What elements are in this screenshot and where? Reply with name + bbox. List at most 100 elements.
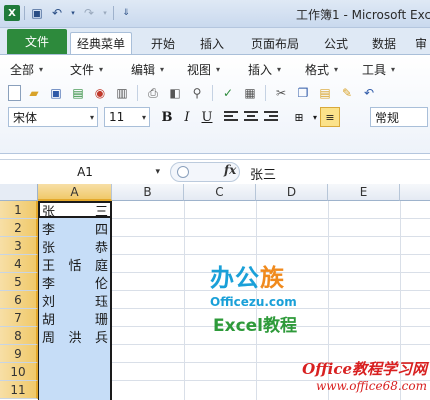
copy-icon[interactable]: ❐ <box>294 84 312 102</box>
cell-char: 四 <box>94 222 108 238</box>
select-all-corner[interactable] <box>0 184 38 201</box>
row-header-5[interactable]: 5 <box>0 273 38 291</box>
tab-file[interactable]: 文件 <box>7 29 67 54</box>
column-header-b[interactable]: B <box>112 184 184 201</box>
chevron-down-icon: ▾ <box>334 64 339 74</box>
align-left-icon[interactable] <box>224 110 238 124</box>
tab-formulas[interactable]: 公式 <box>316 32 356 54</box>
bold-button[interactable]: B <box>158 108 176 126</box>
permission-icon[interactable]: ◉ <box>91 84 109 102</box>
cell-char: 周 <box>42 330 56 346</box>
title-bar: X ▣ ↶ ▾ ↷ ▾ ⇓ 工作簿1 - Microsoft Excel <box>0 0 430 28</box>
cell-char: 胡 <box>42 312 56 328</box>
research-icon[interactable]: ⚲ <box>188 84 206 102</box>
tab-classic-menu[interactable]: 经典菜单 <box>70 32 132 54</box>
menu-format[interactable]: 格式 ▾ <box>305 59 338 79</box>
insert-function-button[interactable]: fx <box>224 163 236 177</box>
cell-char: 兵 <box>94 330 108 346</box>
align-center-icon[interactable] <box>244 110 258 124</box>
cell-a5[interactable]: 李伦 <box>40 274 110 292</box>
column-header-d[interactable]: D <box>256 184 328 201</box>
standard-toolbar: ▰ ▣ ▤ ◉ ▥ ⎙ ◧ ⚲ ✓ ▦ ✂ ❐ ▤ ✎ ↶ <box>8 83 378 103</box>
row-header-1[interactable]: 1 <box>0 201 38 219</box>
tab-home[interactable]: 开始 <box>143 32 183 54</box>
menu-edit[interactable]: 编辑 ▾ <box>131 59 164 79</box>
cell-char: 恬 <box>68 258 82 274</box>
cell-char: 三 <box>94 204 108 220</box>
row-header-6[interactable]: 6 <box>0 291 38 309</box>
tab-insert[interactable]: 插入 <box>192 32 232 54</box>
print-icon[interactable]: ⎙ <box>144 84 162 102</box>
cut-icon[interactable]: ✂ <box>272 84 290 102</box>
wrap-text-icon[interactable]: ≡ <box>320 107 340 127</box>
save-as-icon[interactable]: ▤ <box>69 84 87 102</box>
tab-data[interactable]: 数据 <box>364 32 404 54</box>
cell-a4[interactable]: 王恬庭 <box>40 256 110 274</box>
logo-text-accent: 族 <box>260 264 285 292</box>
redo-icon[interactable]: ↷ <box>81 5 97 21</box>
column-header-a[interactable]: A <box>38 184 112 201</box>
menu-tools[interactable]: 工具 ▾ <box>362 59 395 79</box>
row-header-3[interactable]: 3 <box>0 237 38 255</box>
row-header-4[interactable]: 4 <box>0 255 38 273</box>
menu-view[interactable]: 视图 ▾ <box>187 59 220 79</box>
italic-button[interactable]: I <box>178 108 196 126</box>
row-header-10[interactable]: 10 <box>0 363 38 381</box>
row-header-8[interactable]: 8 <box>0 327 38 345</box>
column-header-c[interactable]: C <box>184 184 256 201</box>
row-header-11[interactable]: 11 <box>0 381 38 399</box>
customize-qat-icon[interactable]: ⇓ <box>118 5 134 21</box>
undo-icon[interactable]: ↶ <box>49 5 65 21</box>
undo-icon[interactable]: ↶ <box>360 84 378 102</box>
logo-tagline: Excel教程 <box>213 316 298 336</box>
spelling-icon[interactable]: ✓ <box>219 84 237 102</box>
save-icon[interactable]: ▣ <box>47 84 65 102</box>
cell-char: 珊 <box>94 312 108 328</box>
align-right-icon[interactable] <box>264 110 278 124</box>
print-preview-icon[interactable]: ◧ <box>166 84 184 102</box>
menu-format-label: 格式 <box>305 62 330 77</box>
menu-file[interactable]: 文件 ▾ <box>70 59 103 79</box>
attachment-icon[interactable]: ▥ <box>113 84 131 102</box>
new-document-icon[interactable] <box>8 85 21 101</box>
tab-page-layout[interactable]: 页面布局 <box>244 32 306 54</box>
formatting-toolbar: 宋体 ▾ 11 ▾ B I U ⊞ ▾ ≡ 常规 <box>8 107 428 129</box>
font-name-select[interactable]: 宋体 ▾ <box>8 107 98 127</box>
paste-icon[interactable]: ▤ <box>316 84 334 102</box>
row-header-2[interactable]: 2 <box>0 219 38 237</box>
tab-review[interactable]: 审 <box>412 32 430 54</box>
format-painter-icon[interactable]: ✎ <box>338 84 356 102</box>
menu-tools-label: 工具 <box>362 62 387 77</box>
cell-a1[interactable]: 张三 <box>40 202 110 220</box>
thesaurus-icon[interactable]: ▦ <box>241 84 259 102</box>
row-header-7[interactable]: 7 <box>0 309 38 327</box>
excel-app-icon[interactable]: X <box>4 5 20 21</box>
name-box[interactable]: A1 ▾ <box>7 162 163 182</box>
cell-a6[interactable]: 刘珏 <box>40 292 110 310</box>
underline-button[interactable]: U <box>198 108 216 126</box>
formula-input[interactable]: 张三 <box>250 164 276 183</box>
cell-char: 李 <box>42 276 56 292</box>
qat-separator <box>24 6 25 20</box>
classic-menu-row: 全部 ▾ 文件 ▾ 编辑 ▾ 视图 ▾ 插入 ▾ 格式 ▾ 工具 ▾ <box>0 59 430 79</box>
save-icon[interactable]: ▣ <box>29 5 45 21</box>
cell-a8[interactable]: 周洪兵 <box>40 328 110 346</box>
menu-all[interactable]: 全部 ▾ <box>10 59 43 79</box>
redo-dropdown-icon[interactable]: ▾ <box>101 5 109 21</box>
menu-insert[interactable]: 插入 ▾ <box>248 59 281 79</box>
toolbar-separator <box>212 85 213 101</box>
cell-a3[interactable]: 张恭 <box>40 238 110 256</box>
cell-a7[interactable]: 胡珊 <box>40 310 110 328</box>
cell-char: 恭 <box>94 240 108 256</box>
font-name-value: 宋体 <box>13 110 38 125</box>
quick-access-toolbar: X ▣ ↶ ▾ ↷ ▾ ⇓ <box>4 5 134 21</box>
number-format-select[interactable]: 常规 <box>370 107 428 127</box>
cell-a2[interactable]: 李四 <box>40 220 110 238</box>
column-header-f[interactable] <box>400 184 430 201</box>
undo-dropdown-icon[interactable]: ▾ <box>69 5 77 21</box>
column-header-e[interactable]: E <box>328 184 400 201</box>
open-folder-icon[interactable]: ▰ <box>25 84 43 102</box>
expand-icon[interactable] <box>177 166 189 178</box>
font-size-select[interactable]: 11 ▾ <box>104 107 150 127</box>
row-header-9[interactable]: 9 <box>0 345 38 363</box>
